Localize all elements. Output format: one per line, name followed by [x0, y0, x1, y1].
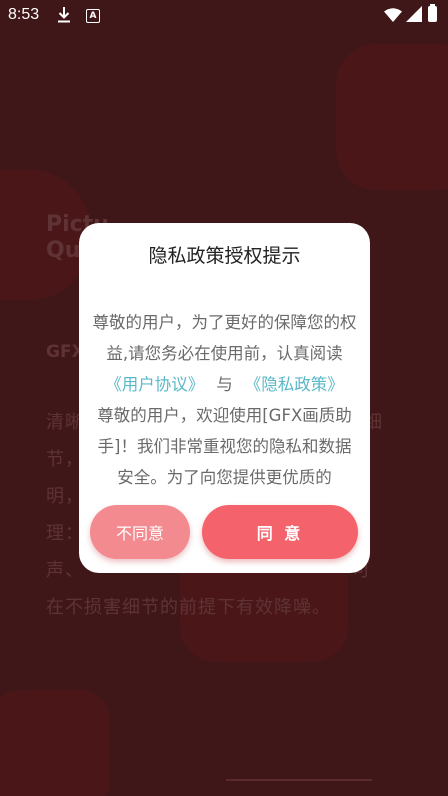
disagree-button[interactable]: 不同意	[90, 505, 190, 559]
battery-icon	[428, 4, 437, 22]
background-shape	[336, 44, 448, 190]
user-agreement-link[interactable]: 《用户协议》	[105, 375, 204, 394]
a-icon: A	[86, 9, 100, 23]
background-shape	[0, 690, 110, 796]
dialog-body[interactable]: 尊敬的用户，为了更好的保障您的权益,请您务必在使用前，认真阅读 《用户协议》与《…	[91, 307, 358, 495]
status-bar: 8:53 A	[0, 0, 448, 32]
privacy-policy-link[interactable]: 《隐私政策》	[245, 375, 344, 394]
wifi-icon	[384, 8, 402, 22]
background-divider	[226, 779, 372, 781]
cell-signal-icon	[406, 6, 422, 22]
download-icon	[58, 7, 70, 23]
dialog-title: 隐私政策授权提示	[148, 245, 301, 267]
dialog-more-text: 尊敬的用户，欢迎使用[GFX画质助手]！我们非常重视您的隐私和数据安全。为了向您…	[97, 406, 352, 487]
agree-button[interactable]: 同 意	[202, 505, 358, 559]
status-time: 8:53	[8, 6, 40, 23]
privacy-dialog: 隐私政策授权提示 尊敬的用户，为了更好的保障您的权益,请您务必在使用前，认真阅读…	[79, 223, 370, 573]
conjunction-text: 与	[216, 375, 233, 394]
dialog-intro-text: 尊敬的用户，为了更好的保障您的权益,请您务必在使用前，认真阅读	[92, 313, 357, 363]
